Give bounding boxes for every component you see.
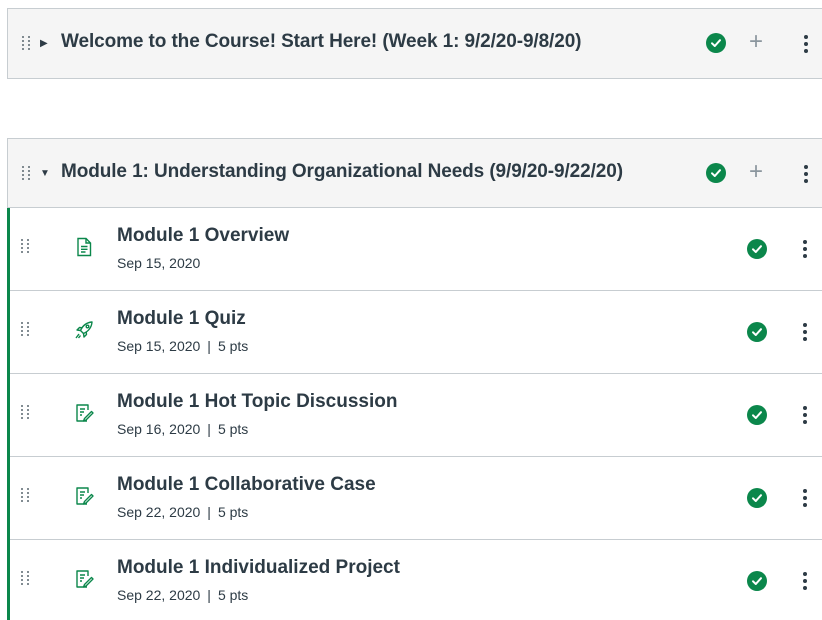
assignment-icon: [73, 402, 95, 424]
published-check-icon[interactable]: [747, 405, 767, 425]
module-options-kebab-icon[interactable]: [804, 35, 808, 53]
published-check-icon[interactable]: [747, 322, 767, 342]
meta-separator: |: [207, 338, 211, 354]
item-meta: Sep 16, 2020 | 5 pts: [117, 421, 248, 437]
item-meta: Sep 22, 2020 | 5 pts: [117, 504, 248, 520]
module-header[interactable]: ▼ Module 1: Understanding Organizational…: [8, 139, 822, 208]
item-title-link[interactable]: Module 1 Overview: [117, 225, 289, 247]
meta-separator: |: [207, 587, 211, 603]
module-title[interactable]: Module 1: Understanding Organizational N…: [61, 161, 623, 183]
item-points: 5 pts: [217, 587, 249, 603]
item-title-link[interactable]: Module 1 Quiz: [117, 308, 246, 330]
drag-handle-icon[interactable]: [21, 405, 31, 421]
meta-separator: |: [207, 504, 211, 520]
drag-handle-icon[interactable]: [22, 166, 32, 182]
modules-page: ▶ Welcome to the Course! Start Here! (We…: [0, 0, 822, 620]
item-options-kebab-icon[interactable]: [803, 240, 807, 258]
item-meta: Sep 22, 2020 | 5 pts: [117, 587, 248, 603]
item-due-date: Sep 22, 2020: [117, 587, 201, 603]
page-icon: [73, 236, 95, 258]
assignment-icon: [73, 485, 95, 507]
drag-handle-icon[interactable]: [21, 571, 31, 587]
item-title-link[interactable]: Module 1 Individualized Project: [117, 557, 400, 579]
module-item[interactable]: Module 1 Individualized Project Sep 22, …: [10, 540, 822, 620]
item-due-date: Sep 15, 2020: [117, 255, 201, 271]
meta-separator: |: [207, 421, 211, 437]
caret-right-icon[interactable]: ▶: [40, 39, 48, 49]
item-options-kebab-icon[interactable]: [803, 406, 807, 424]
item-points: 5 pts: [217, 421, 249, 437]
module-item[interactable]: Module 1 Hot Topic Discussion Sep 16, 20…: [10, 374, 822, 457]
item-options-kebab-icon[interactable]: [803, 572, 807, 590]
drag-handle-icon[interactable]: [21, 239, 31, 255]
item-due-date: Sep 16, 2020: [117, 421, 201, 437]
module-item[interactable]: Module 1 Quiz Sep 15, 2020 | 5 pts: [10, 291, 822, 374]
module-1: ▼ Module 1: Understanding Organizational…: [7, 138, 822, 620]
published-check-icon[interactable]: [747, 239, 767, 259]
item-meta: Sep 15, 2020: [117, 255, 200, 271]
add-item-plus-icon[interactable]: +: [749, 160, 763, 184]
module-header[interactable]: ▶ Welcome to the Course! Start Here! (We…: [8, 9, 822, 78]
item-due-date: Sep 15, 2020: [117, 338, 201, 354]
module-options-kebab-icon[interactable]: [804, 165, 808, 183]
item-due-date: Sep 22, 2020: [117, 504, 201, 520]
quiz-rocket-icon: [73, 319, 95, 341]
drag-handle-icon[interactable]: [22, 36, 32, 52]
item-title-link[interactable]: Module 1 Hot Topic Discussion: [117, 391, 397, 413]
published-check-icon[interactable]: [747, 571, 767, 591]
item-meta: Sep 15, 2020 | 5 pts: [117, 338, 248, 354]
item-title-link[interactable]: Module 1 Collaborative Case: [117, 474, 376, 496]
module-item[interactable]: Module 1 Collaborative Case Sep 22, 2020…: [10, 457, 822, 540]
item-points: 5 pts: [217, 338, 249, 354]
drag-handle-icon[interactable]: [21, 488, 31, 504]
drag-handle-icon[interactable]: [21, 322, 31, 338]
add-item-plus-icon[interactable]: +: [749, 30, 763, 54]
caret-down-icon[interactable]: ▼: [40, 169, 50, 179]
item-options-kebab-icon[interactable]: [803, 489, 807, 507]
published-check-icon[interactable]: [706, 33, 726, 53]
module-title[interactable]: Welcome to the Course! Start Here! (Week…: [61, 31, 582, 53]
item-options-kebab-icon[interactable]: [803, 323, 807, 341]
module-items-list: Module 1 Overview Sep 15, 2020 Module 1 …: [7, 208, 822, 620]
item-points: 5 pts: [217, 504, 249, 520]
published-check-icon[interactable]: [747, 488, 767, 508]
assignment-icon: [73, 568, 95, 590]
published-check-icon[interactable]: [706, 163, 726, 183]
module-welcome: ▶ Welcome to the Course! Start Here! (We…: [7, 8, 822, 79]
module-item[interactable]: Module 1 Overview Sep 15, 2020: [10, 208, 822, 291]
